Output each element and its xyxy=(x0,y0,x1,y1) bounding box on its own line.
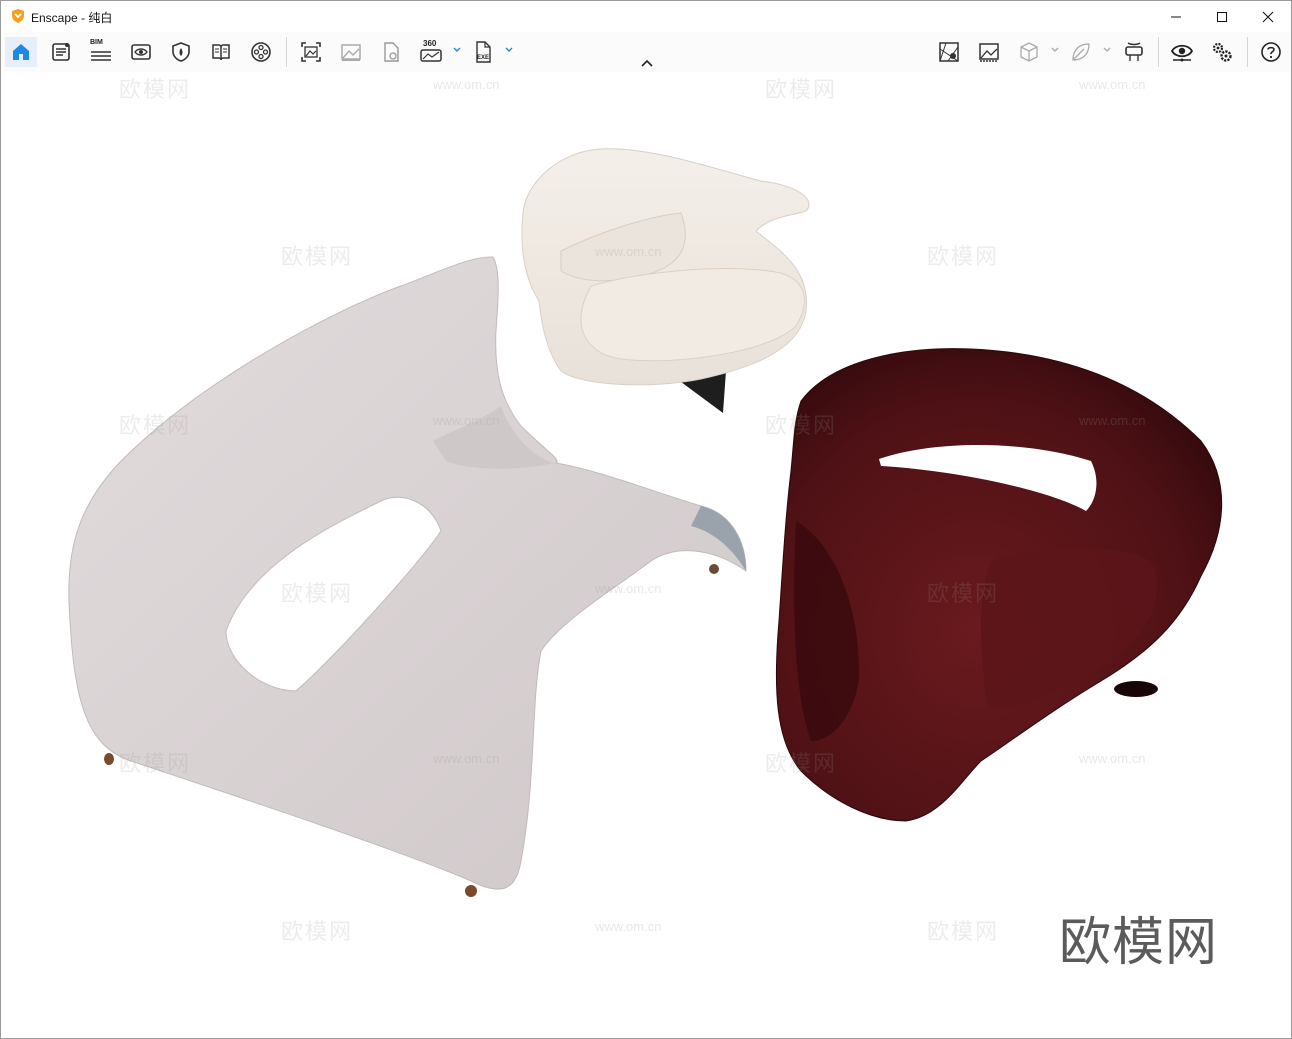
materials-button[interactable] xyxy=(165,37,197,67)
gallery-icon xyxy=(979,43,999,62)
toolbar-separator xyxy=(1158,37,1159,67)
watermark-url: www.om.cn xyxy=(595,581,662,596)
gears-icon xyxy=(1212,42,1232,62)
export-file-icon xyxy=(384,42,399,62)
watermark-url: www.om.cn xyxy=(595,919,662,934)
cube-button[interactable] xyxy=(1013,37,1045,67)
panorama-dropdown-chevron-icon[interactable] xyxy=(452,45,462,55)
watermark: 欧模网 xyxy=(765,413,838,438)
exe-dropdown-chevron-icon[interactable] xyxy=(504,45,514,55)
app-name: Enscape xyxy=(31,11,78,25)
window-title: Enscape - 纯白 xyxy=(31,9,112,26)
watermark: 欧模网 xyxy=(281,581,354,606)
help-button[interactable] xyxy=(1255,37,1287,67)
export-file-button[interactable] xyxy=(375,37,407,67)
toolbar-separator xyxy=(286,37,287,67)
bim-label: BIM xyxy=(90,39,103,46)
material-shield-icon xyxy=(172,42,190,62)
watermark: 欧模网 xyxy=(765,751,838,776)
watermark: 欧模网 xyxy=(927,919,1000,944)
maximize-button[interactable] xyxy=(1199,1,1245,32)
bim-button[interactable]: BIM xyxy=(85,37,117,67)
map-icon xyxy=(939,42,959,62)
batch-render-button[interactable] xyxy=(335,37,367,67)
watermark: 欧模网 xyxy=(281,244,354,269)
home-icon xyxy=(13,44,29,60)
watermark-url: www.om.cn xyxy=(1079,751,1146,766)
panorama-label: 360 xyxy=(423,39,437,48)
help-icon xyxy=(1261,42,1281,62)
cube-icon xyxy=(1020,42,1038,62)
title-separator: - xyxy=(77,11,89,25)
video-button[interactable] xyxy=(245,37,277,67)
cream-armchair xyxy=(521,148,810,413)
book-icon xyxy=(212,44,230,61)
minimize-button[interactable] xyxy=(1153,1,1199,32)
asset-library-icon xyxy=(52,43,70,61)
vr-headset-button[interactable] xyxy=(1118,37,1150,67)
gallery-button[interactable] xyxy=(973,37,1005,67)
settings-button[interactable] xyxy=(1206,37,1238,67)
minimize-icon xyxy=(1171,16,1181,17)
watermark: 欧模网 xyxy=(281,919,354,944)
watermark-url: www.om.cn xyxy=(433,751,500,766)
maximize-icon xyxy=(1217,11,1227,22)
watermark-url: www.om.cn xyxy=(1079,413,1146,428)
document-name: 纯白 xyxy=(88,11,113,25)
view-eye-icon xyxy=(131,44,151,60)
watermark: 欧模网 xyxy=(927,244,1000,269)
watermark-url: www.om.cn xyxy=(595,244,662,259)
screenshot-button[interactable] xyxy=(295,37,327,67)
toolbar-separator xyxy=(1247,37,1248,67)
leaf-button[interactable] xyxy=(1065,37,1097,67)
watermark: 欧模网 xyxy=(119,77,192,102)
watermark-url: www.om.cn xyxy=(1079,77,1146,92)
watermark: 欧模网 xyxy=(765,77,838,102)
watermark: 欧模网 xyxy=(119,751,192,776)
screenshot-icon xyxy=(301,42,321,62)
watermark: 欧模网 xyxy=(119,413,192,438)
watermark-url: www.om.cn xyxy=(433,77,500,92)
panorama-button[interactable]: 360 xyxy=(415,37,447,67)
title-bar: Enscape - 纯白 xyxy=(1,1,1291,32)
vr-headset-icon xyxy=(1125,42,1143,61)
watermark: 欧模网 xyxy=(927,581,1000,606)
leaf-dropdown-chevron-icon[interactable] xyxy=(1102,45,1112,55)
leaf-icon xyxy=(1072,43,1090,61)
exe-label: EXE xyxy=(477,55,490,61)
home-button[interactable] xyxy=(5,37,37,67)
enscape-logo-icon xyxy=(12,9,24,23)
batch-render-icon xyxy=(341,44,361,61)
map-button[interactable] xyxy=(933,37,965,67)
brand-watermark: 欧模网 xyxy=(1059,914,1219,972)
visual-settings-button[interactable] xyxy=(1166,37,1198,67)
cube-dropdown-chevron-icon[interactable] xyxy=(1050,45,1060,55)
close-button[interactable] xyxy=(1245,1,1291,32)
close-icon xyxy=(1262,11,1274,22)
scene-render xyxy=(68,148,1223,897)
visual-settings-eye-icon xyxy=(1170,44,1194,62)
asset-library-button[interactable] xyxy=(45,37,77,67)
views-button[interactable] xyxy=(125,37,157,67)
render-viewport[interactable]: 欧模网 www.om.cn 欧模网 www.om.cn 欧模网 www.om.c… xyxy=(1,72,1291,1038)
video-reel-icon xyxy=(251,42,271,62)
bookmarks-button[interactable] xyxy=(205,37,237,67)
enscape-window: Enscape - 纯白 BIM 360 EXE 欧模网 www.om.cn 欧… xyxy=(0,0,1292,1039)
watermark-url: www.om.cn xyxy=(433,413,500,428)
collapse-toolbar-chevron-icon[interactable] xyxy=(639,57,655,69)
exe-export-button[interactable]: EXE xyxy=(467,37,499,67)
